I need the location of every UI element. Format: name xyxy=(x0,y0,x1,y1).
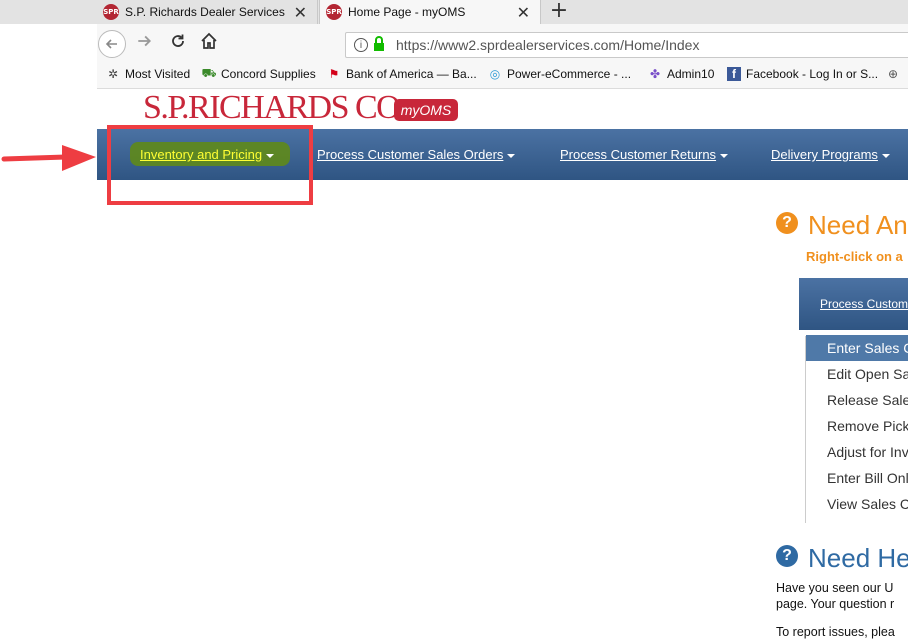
bookmark-label: Concord Supplies xyxy=(221,67,316,81)
bookmark-power-ecommerce[interactable]: ◎ Power-eCommerce - ... xyxy=(488,67,631,81)
bookmark-facebook[interactable]: f Facebook - Log In or S... xyxy=(727,67,878,81)
help-text: page. Your question r xyxy=(776,597,895,611)
bookmark-label: Bank of America — Ba... xyxy=(346,67,477,81)
lock-icon xyxy=(374,36,384,51)
need-help-heading: Need He xyxy=(808,543,908,573)
logo-text: S.P.RICHARDS CO. xyxy=(143,89,408,126)
gear-icon: ✲ xyxy=(107,67,119,81)
tab-title: Home Page - myOMS xyxy=(348,5,466,19)
forward-button[interactable] xyxy=(136,33,152,54)
nav-label: Delivery Programs xyxy=(771,147,878,162)
need-assistance-heading: Need An xyxy=(808,210,908,240)
example-nav-link[interactable]: Process Custom xyxy=(820,297,908,311)
annotation-arrow-icon xyxy=(1,145,96,171)
cart-icon: ⛟ xyxy=(201,66,217,80)
bookmark-admin10[interactable]: ✤ Admin10 xyxy=(648,67,714,81)
sp-richards-logo[interactable]: S.P.RICHARDS CO.TM xyxy=(143,89,417,126)
back-button[interactable] xyxy=(98,30,126,58)
bookmark-most-visited[interactable]: ✲ Most Visited xyxy=(106,67,190,81)
help-text: Have you seen our U xyxy=(776,581,894,595)
menu-item[interactable]: Remove Pick xyxy=(806,413,908,439)
help-icon: ? xyxy=(776,212,798,234)
bookmark-label: Power-eCommerce - ... xyxy=(507,67,632,81)
caret-down-icon xyxy=(507,153,516,158)
bookmark-bank-of-america[interactable]: ⚑ Bank of America — Ba... xyxy=(327,67,477,81)
annotation-highlight-box xyxy=(107,125,313,205)
home-icon xyxy=(201,32,217,49)
bookmark-overflow[interactable]: ⊕ xyxy=(886,67,905,81)
spr-favicon-icon: SPR xyxy=(103,4,119,20)
menu-item[interactable]: Adjust for Inv xyxy=(806,439,908,465)
help-text: To report issues, plea xyxy=(776,625,895,639)
new-tab-button[interactable]: + xyxy=(547,0,571,24)
caret-down-icon xyxy=(881,153,890,158)
menu-item[interactable]: Edit Open Sa xyxy=(806,361,908,387)
browser-tab-dealer-services[interactable]: SPR S.P. Richards Dealer Services ✕ xyxy=(97,0,318,24)
menu-item[interactable]: View Sales C xyxy=(806,491,908,517)
nav-process-customer-returns[interactable]: Process Customer Returns xyxy=(560,147,729,162)
nav-label: Process Customer Sales Orders xyxy=(317,147,504,162)
globe-icon: ⊕ xyxy=(887,67,899,81)
nav-process-customer-sales-orders[interactable]: Process Customer Sales Orders xyxy=(317,147,516,162)
bookmark-label: Facebook - Log In or S... xyxy=(746,67,879,81)
nav-delivery-programs[interactable]: Delivery Programs xyxy=(771,147,890,162)
menu-item[interactable]: Release Sale xyxy=(806,387,908,413)
bookmark-label: Admin10 xyxy=(667,67,715,81)
home-button[interactable] xyxy=(200,32,218,55)
bofa-icon: ⚑ xyxy=(328,67,340,81)
nav-label: Process Customer Returns xyxy=(560,147,717,162)
puzzle-icon: ✤ xyxy=(649,67,661,81)
reload-icon xyxy=(172,34,184,47)
spr-favicon-icon: SPR xyxy=(326,4,342,20)
close-tab-icon[interactable]: ✕ xyxy=(294,3,307,22)
tab-title: S.P. Richards Dealer Services xyxy=(125,5,285,19)
arrow-right-icon xyxy=(138,35,152,47)
close-tab-icon[interactable]: ✕ xyxy=(517,3,530,22)
globe-icon: ◎ xyxy=(489,67,501,81)
arrow-left-icon xyxy=(105,39,117,49)
caret-down-icon xyxy=(720,153,729,158)
reload-button[interactable] xyxy=(170,33,186,54)
menu-item[interactable]: Enter Bill Onl xyxy=(806,465,908,491)
help-icon: ? xyxy=(776,545,798,567)
bookmark-concord-supplies[interactable]: ⛟ Concord Supplies xyxy=(201,66,316,81)
facebook-icon: f xyxy=(727,67,741,81)
browser-tab-home-page[interactable]: SPR Home Page - myOMS ✕ xyxy=(319,0,541,24)
bookmark-label: Most Visited xyxy=(125,67,191,81)
info-icon[interactable]: i xyxy=(354,38,368,52)
url-text[interactable]: https://www2.sprdealerservices.com/Home/… xyxy=(396,37,699,53)
right-click-instruction: Right-click on a xyxy=(806,249,903,264)
address-bar[interactable]: i https://www2.sprdealerservices.com/Hom… xyxy=(345,32,908,58)
menu-item[interactable]: Enter Sales C xyxy=(806,335,908,361)
myoms-badge: myOMS xyxy=(394,99,458,121)
